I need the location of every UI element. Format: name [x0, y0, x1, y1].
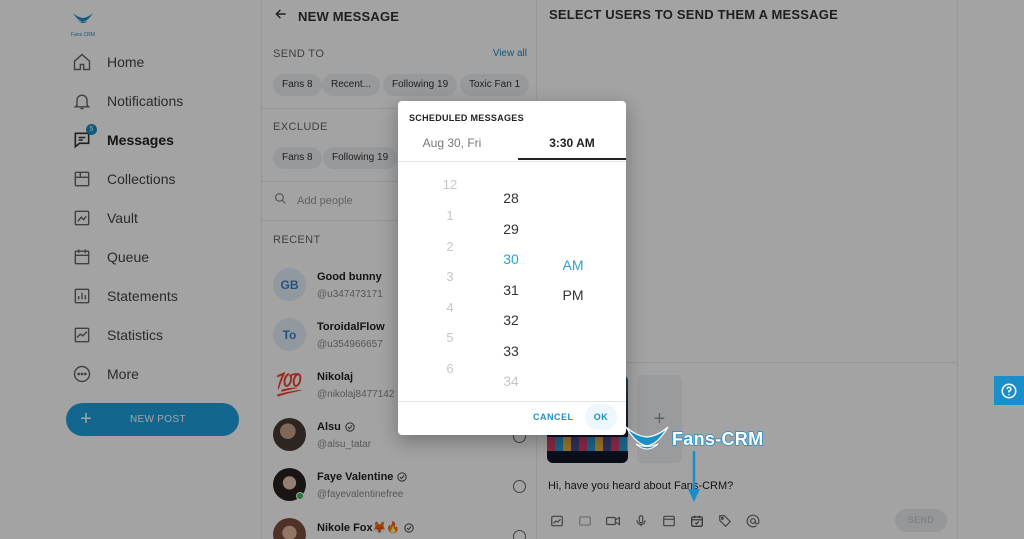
watermark: Fans-CRM: [624, 424, 764, 454]
minute-option[interactable]: 33: [491, 343, 531, 359]
minute-option[interactable]: 32: [491, 312, 531, 328]
question-icon: [1001, 383, 1017, 398]
hour-option[interactable]: 2: [430, 239, 470, 254]
minute-option[interactable]: 29: [491, 221, 531, 237]
cancel-button[interactable]: CANCEL: [533, 412, 574, 422]
hour-option[interactable]: 3: [430, 269, 470, 284]
ok-button[interactable]: OK: [585, 404, 617, 430]
minute-option-selected[interactable]: 30: [491, 251, 531, 267]
help-button[interactable]: [994, 376, 1024, 405]
hour-option[interactable]: 6: [430, 361, 470, 376]
watermark-logo-icon: [625, 426, 669, 450]
schedule-dialog: SCHEDULED MESSAGES Aug 30, Fri 3:30 AM 1…: [398, 101, 626, 435]
minute-option[interactable]: 28: [491, 190, 531, 206]
hour-option[interactable]: 1: [430, 208, 470, 223]
pointer-arrow-icon: [688, 451, 700, 502]
ampm-option[interactable]: PM: [553, 287, 593, 303]
divider: [398, 401, 626, 402]
hour-option[interactable]: 5: [430, 330, 470, 345]
minute-option[interactable]: 31: [491, 282, 531, 298]
hour-option[interactable]: 4: [430, 300, 470, 315]
divider: [398, 161, 626, 162]
tab-time[interactable]: 3:30 AM: [518, 136, 626, 160]
watermark-text: Fans-CRM: [671, 428, 764, 450]
hour-option[interactable]: 12: [430, 177, 470, 192]
dialog-title: SCHEDULED MESSAGES: [409, 113, 524, 123]
ampm-option-selected[interactable]: AM: [553, 257, 593, 273]
minute-option[interactable]: 34: [491, 373, 531, 389]
tab-date[interactable]: Aug 30, Fri: [398, 136, 506, 160]
